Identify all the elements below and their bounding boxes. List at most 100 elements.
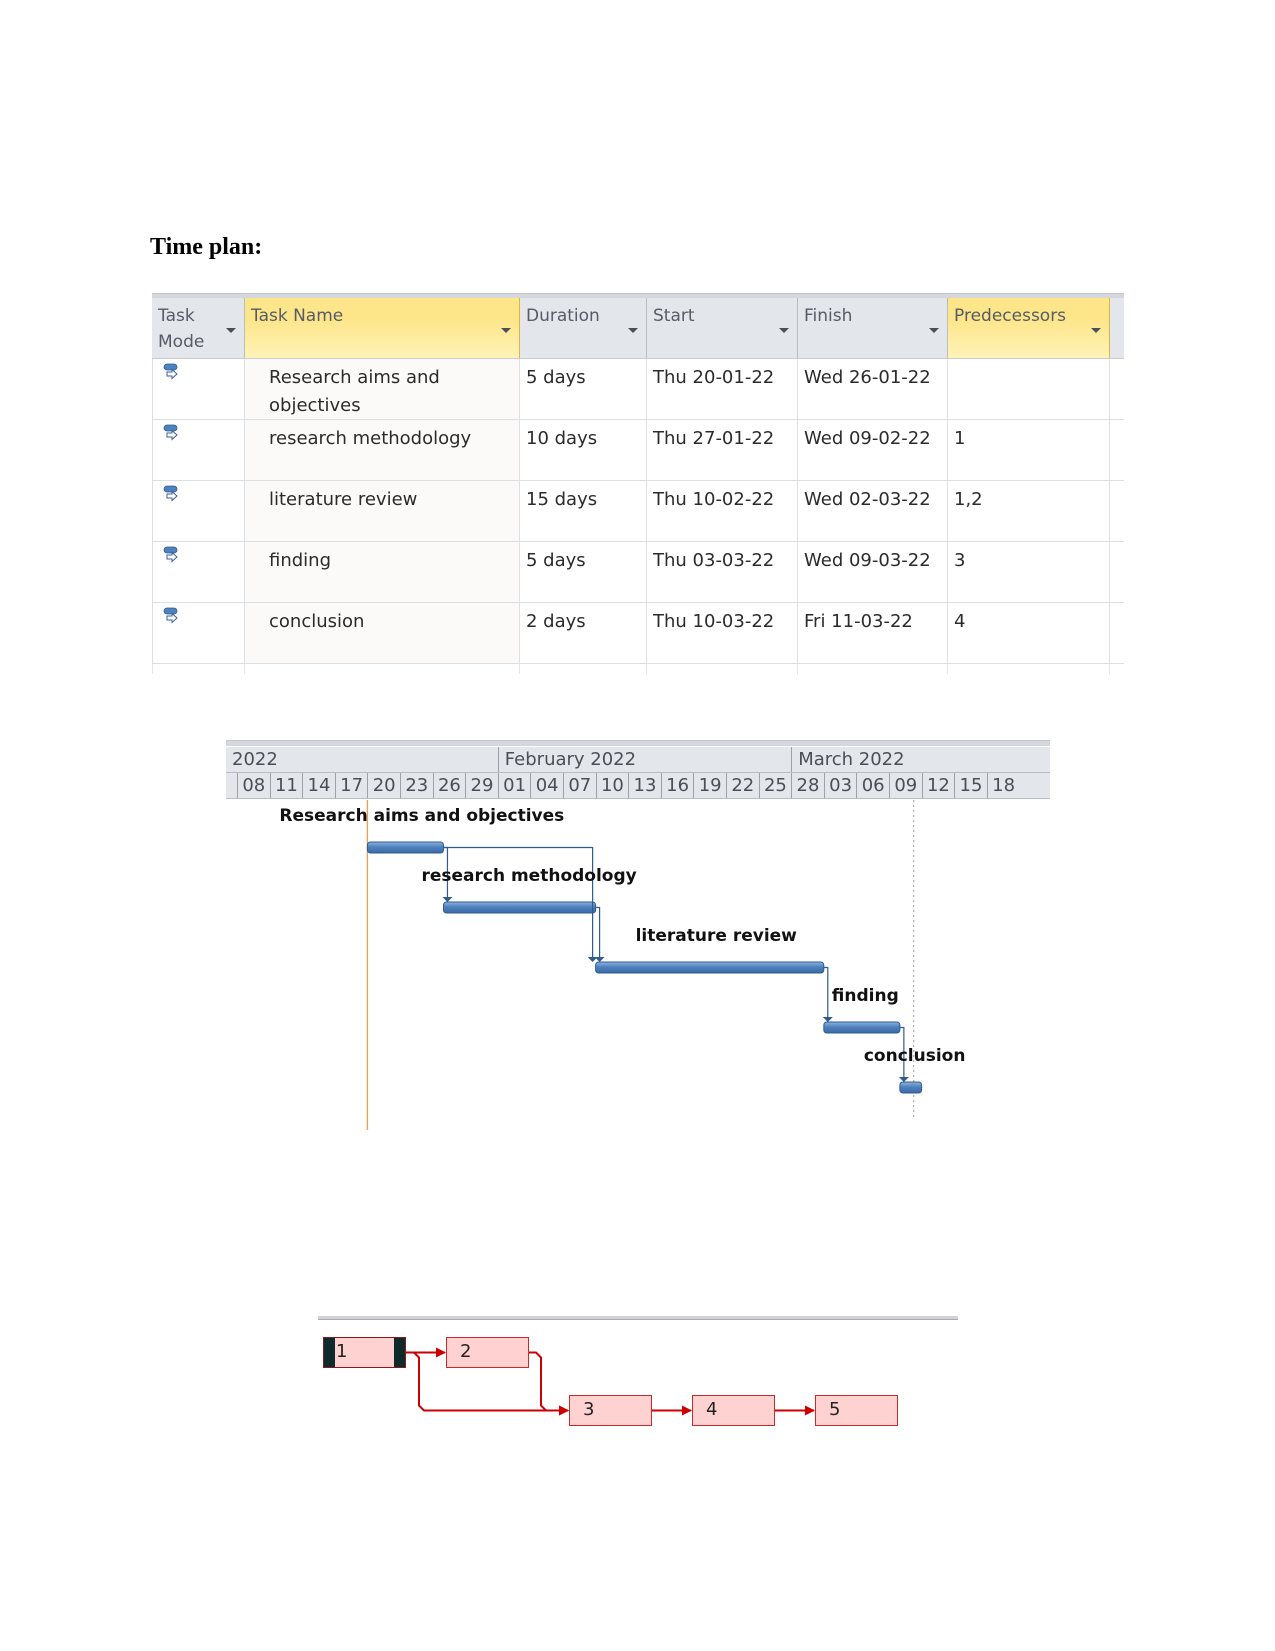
cell-task-name[interactable]: finding bbox=[245, 542, 520, 602]
column-header-label: Finish bbox=[804, 306, 853, 326]
predecessors-text: 3 bbox=[954, 550, 966, 571]
network-node[interactable]: 3 bbox=[569, 1395, 652, 1426]
cell-extra bbox=[1110, 359, 1124, 419]
column-header-task-name[interactable]: Task Name bbox=[245, 298, 520, 358]
dropdown-arrow-icon[interactable] bbox=[1091, 328, 1101, 333]
gantt-task-bar bbox=[366, 841, 444, 854]
cell-predecessors[interactable]: 1 bbox=[948, 420, 1110, 480]
table-footer-gridlines bbox=[152, 664, 1124, 674]
cell-task-mode[interactable] bbox=[152, 603, 245, 663]
cell-extra bbox=[1110, 603, 1124, 663]
task-name-text: literature review bbox=[269, 489, 418, 510]
table-row[interactable]: literature review 15 days Thu 10-02-22 W… bbox=[152, 481, 1124, 542]
finish-date-text: Wed 09-03-22 bbox=[804, 550, 931, 571]
cell-finish[interactable]: Wed 26-01-22 bbox=[798, 359, 948, 419]
cell-task-mode[interactable] bbox=[152, 542, 245, 602]
cell-start[interactable]: Thu 27-01-22 bbox=[647, 420, 798, 480]
cell-start[interactable]: Thu 10-03-22 bbox=[647, 603, 798, 663]
cell-finish[interactable]: Wed 02-03-22 bbox=[798, 481, 948, 541]
table-header-row: Task Mode Task Name Duration Start Finis… bbox=[152, 298, 1124, 359]
cell-finish[interactable]: Wed 09-03-22 bbox=[798, 542, 948, 602]
column-header-label: Task bbox=[158, 306, 195, 326]
cell-start[interactable]: Thu 20-01-22 bbox=[647, 359, 798, 419]
cell-task-mode[interactable] bbox=[152, 359, 245, 419]
network-node[interactable]: 1 bbox=[323, 1337, 406, 1368]
network-arrowhead bbox=[559, 1405, 569, 1416]
network-node[interactable]: 4 bbox=[692, 1395, 775, 1426]
column-header-predecessors[interactable]: Predecessors bbox=[948, 298, 1110, 358]
column-header-label: Predecessors bbox=[954, 306, 1067, 326]
task-name-line: Research aims and bbox=[269, 367, 440, 388]
column-header-add-new[interactable] bbox=[1110, 298, 1124, 358]
dropdown-arrow-icon[interactable] bbox=[501, 328, 511, 333]
finish-date-text: Wed 26-01-22 bbox=[804, 367, 931, 388]
table-row[interactable]: conclusion 2 days Thu 10-03-22 Fri 11-03… bbox=[152, 603, 1124, 664]
network-arrowhead bbox=[682, 1405, 692, 1416]
cell-duration[interactable]: 10 days bbox=[520, 420, 647, 480]
dropdown-arrow-icon[interactable] bbox=[628, 328, 638, 333]
dropdown-arrow-icon[interactable] bbox=[779, 328, 789, 333]
task-name-text: finding bbox=[269, 550, 332, 571]
dependency-arrowhead bbox=[442, 897, 453, 902]
cell-task-mode[interactable] bbox=[152, 420, 245, 480]
gantt-task-bar bbox=[823, 1021, 901, 1034]
network-arrowhead bbox=[436, 1347, 446, 1358]
cell-finish[interactable]: Wed 09-02-22 bbox=[798, 420, 948, 480]
network-edge bbox=[529, 1351, 568, 1412]
column-header-duration[interactable]: Duration bbox=[520, 298, 647, 358]
cell-duration[interactable]: 15 days bbox=[520, 481, 647, 541]
cell-task-name[interactable]: Research aims and objectives bbox=[245, 359, 520, 419]
network-node[interactable]: 2 bbox=[446, 1337, 529, 1368]
cell-duration[interactable]: 5 days bbox=[520, 359, 647, 419]
cell-duration[interactable]: 2 days bbox=[520, 603, 647, 663]
cell-start[interactable]: Thu 03-03-22 bbox=[647, 542, 798, 602]
cell-task-name[interactable]: research methodology bbox=[245, 420, 520, 480]
auto-scheduled-task-icon bbox=[163, 424, 178, 441]
cell-extra bbox=[1110, 542, 1124, 602]
table-row[interactable]: research methodology 10 days Thu 27-01-2… bbox=[152, 420, 1124, 481]
gantt-task-bar bbox=[899, 1081, 923, 1094]
column-header-finish[interactable]: Finish bbox=[798, 298, 948, 358]
duration-text: 15 days bbox=[526, 489, 598, 510]
predecessors-text: 1 bbox=[954, 428, 966, 449]
gantt-task-label: literature review bbox=[635, 926, 797, 946]
predecessors-text: 1,2 bbox=[954, 489, 983, 510]
cell-predecessors[interactable]: 3 bbox=[948, 542, 1110, 602]
cell-predecessors[interactable]: 4 bbox=[948, 603, 1110, 663]
auto-scheduled-task-icon bbox=[163, 546, 178, 563]
cell-start[interactable]: Thu 10-02-22 bbox=[647, 481, 798, 541]
task-table: Task Mode Task Name Duration Start Finis… bbox=[152, 293, 1124, 674]
table-row[interactable]: Research aims and objectives 5 days Thu 2… bbox=[152, 359, 1124, 420]
gantt-task-bar bbox=[442, 901, 597, 914]
dependency-arrowhead bbox=[594, 957, 605, 962]
cell-finish[interactable]: Fri 11-03-22 bbox=[798, 603, 948, 663]
gantt-task-label: research methodology bbox=[421, 866, 637, 886]
finish-date-text: Fri 11-03-22 bbox=[804, 611, 913, 632]
cell-extra bbox=[1110, 481, 1124, 541]
cell-task-mode[interactable] bbox=[152, 481, 245, 541]
dropdown-arrow-icon[interactable] bbox=[929, 328, 939, 333]
cell-duration[interactable]: 5 days bbox=[520, 542, 647, 602]
gantt-chart: 2022 February 2022 March 2022 08 11 14 17 20 23… bbox=[226, 740, 1050, 1130]
dropdown-arrow-icon[interactable] bbox=[226, 328, 236, 333]
duration-text: 5 days bbox=[526, 550, 586, 571]
cell-extra bbox=[1110, 420, 1124, 480]
section-title: Time plan: bbox=[150, 234, 263, 260]
column-header-start[interactable]: Start bbox=[647, 298, 798, 358]
dependency-arrowhead bbox=[822, 1017, 833, 1022]
task-name-text: research methodology bbox=[269, 428, 472, 449]
cell-predecessors[interactable] bbox=[948, 359, 1110, 419]
column-header-label: Task Name bbox=[251, 306, 344, 326]
table-row[interactable]: finding 5 days Thu 03-03-22 Wed 09-03-22… bbox=[152, 542, 1124, 603]
start-date-text: Thu 20-01-22 bbox=[653, 367, 775, 388]
cell-predecessors[interactable]: 1,2 bbox=[948, 481, 1110, 541]
cell-task-name[interactable]: literature review bbox=[245, 481, 520, 541]
task-name-text: conclusion bbox=[269, 611, 365, 632]
column-header-task-mode[interactable]: Task Mode bbox=[152, 298, 245, 358]
network-node[interactable]: 5 bbox=[815, 1395, 898, 1426]
network-arrowhead bbox=[805, 1405, 815, 1416]
cell-task-name[interactable]: conclusion bbox=[245, 603, 520, 663]
start-date-text: Thu 03-03-22 bbox=[653, 550, 775, 571]
start-date-text: Thu 10-03-22 bbox=[653, 611, 775, 632]
dependency-link bbox=[823, 966, 829, 1018]
